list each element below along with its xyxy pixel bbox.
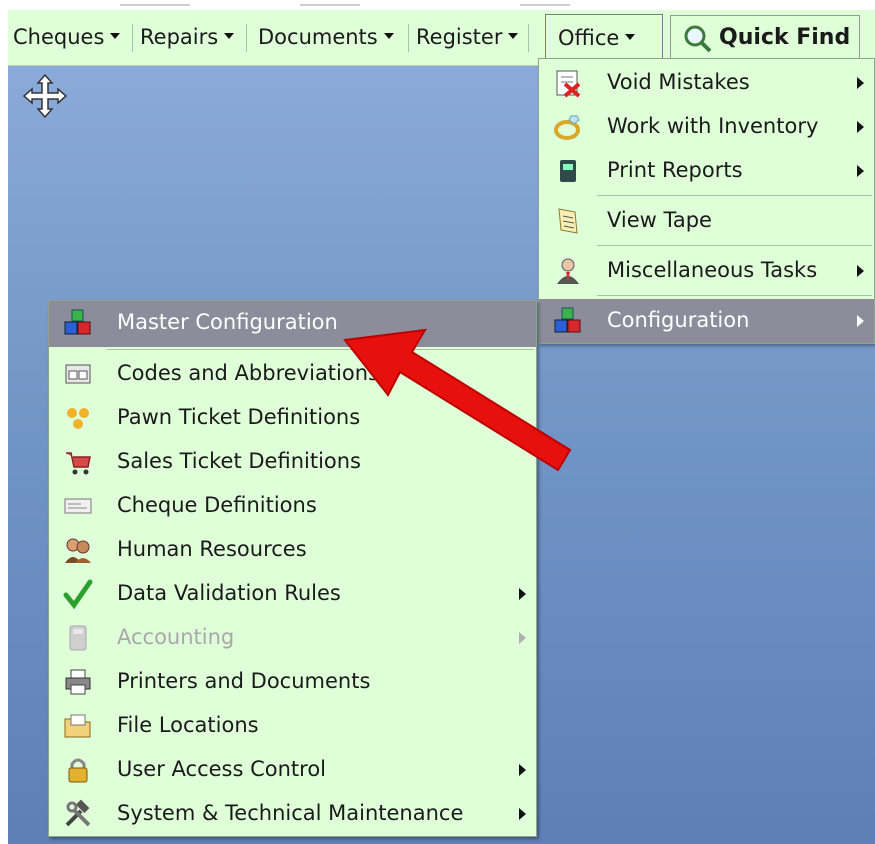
red-pointer-arrow	[343, 328, 572, 472]
hammer-wrench-icon	[65, 799, 91, 827]
submenu-arrow-icon	[519, 632, 526, 644]
submenu-arrow-icon	[857, 165, 864, 177]
top-edge	[0, 0, 875, 10]
void-document-icon	[556, 70, 581, 98]
magnifier-icon	[684, 25, 712, 53]
menu-item-void-mistakes[interactable]: Void Mistakes	[539, 61, 874, 105]
submenu-arrow-icon	[857, 121, 864, 133]
configuration-cubes-icon	[64, 309, 91, 335]
menu-item-print-reports[interactable]: Print Reports	[539, 149, 874, 193]
person-icon	[557, 258, 579, 284]
chevron-down-icon	[383, 33, 394, 39]
chevron-down-icon	[224, 33, 235, 39]
office-dropdown-menu: Void Mistakes Work with Inventory Print …	[538, 58, 875, 344]
menu-item-human-resources[interactable]: Human Resources	[49, 528, 536, 572]
chevron-down-icon	[625, 34, 636, 40]
menu-item-view-tape[interactable]: View Tape	[539, 199, 874, 243]
ring-icon	[554, 115, 580, 140]
submenu-arrow-icon	[519, 764, 526, 776]
report-book-icon	[560, 160, 576, 182]
chevron-down-icon	[110, 33, 121, 39]
menu-register[interactable]: Register	[416, 22, 519, 52]
pawn-balls-icon	[67, 408, 89, 429]
shopping-cart-icon	[66, 452, 91, 475]
menu-documents[interactable]: Documents	[258, 22, 394, 52]
menu-item-accounting[interactable]: Accounting	[49, 616, 536, 660]
checkmark-icon	[63, 579, 93, 609]
menu-item-user-access-control[interactable]: User Access Control	[49, 748, 536, 792]
menu-item-cheque-definitions[interactable]: Cheque Definitions	[49, 484, 536, 528]
calculator-icon	[69, 625, 87, 651]
menu-item-miscellaneous-tasks[interactable]: Miscellaneous Tasks	[539, 249, 874, 293]
codes-card-icon	[65, 364, 91, 384]
submenu-arrow-icon	[857, 265, 864, 277]
quick-find-button[interactable]: Quick Find	[670, 15, 860, 63]
chevron-down-icon	[508, 33, 519, 39]
menu-item-data-validation-rules[interactable]: Data Validation Rules	[49, 572, 536, 616]
menu-item-printers-and-documents[interactable]: Printers and Documents	[49, 660, 536, 704]
submenu-arrow-icon	[519, 588, 526, 600]
printer-icon	[65, 669, 91, 695]
submenu-arrow-icon	[857, 77, 864, 89]
tape-receipt-icon	[558, 208, 578, 234]
menu-item-configuration[interactable]: Configuration	[539, 299, 874, 343]
cheque-icon	[64, 498, 92, 514]
menu-item-work-with-inventory[interactable]: Work with Inventory	[539, 105, 874, 149]
folder-icon	[64, 714, 91, 738]
submenu-arrow-icon	[519, 808, 526, 820]
menu-item-system-technical-maintenance[interactable]: System & Technical Maintenance	[49, 792, 536, 836]
menu-repairs[interactable]: Repairs	[140, 22, 235, 52]
menu-cheques[interactable]: Cheques	[13, 22, 121, 52]
submenu-arrow-icon	[857, 315, 864, 327]
menu-item-file-locations[interactable]: File Locations	[49, 704, 536, 748]
people-icon	[65, 538, 91, 563]
move-arrows-icon[interactable]	[22, 73, 68, 119]
padlock-icon	[68, 758, 88, 783]
